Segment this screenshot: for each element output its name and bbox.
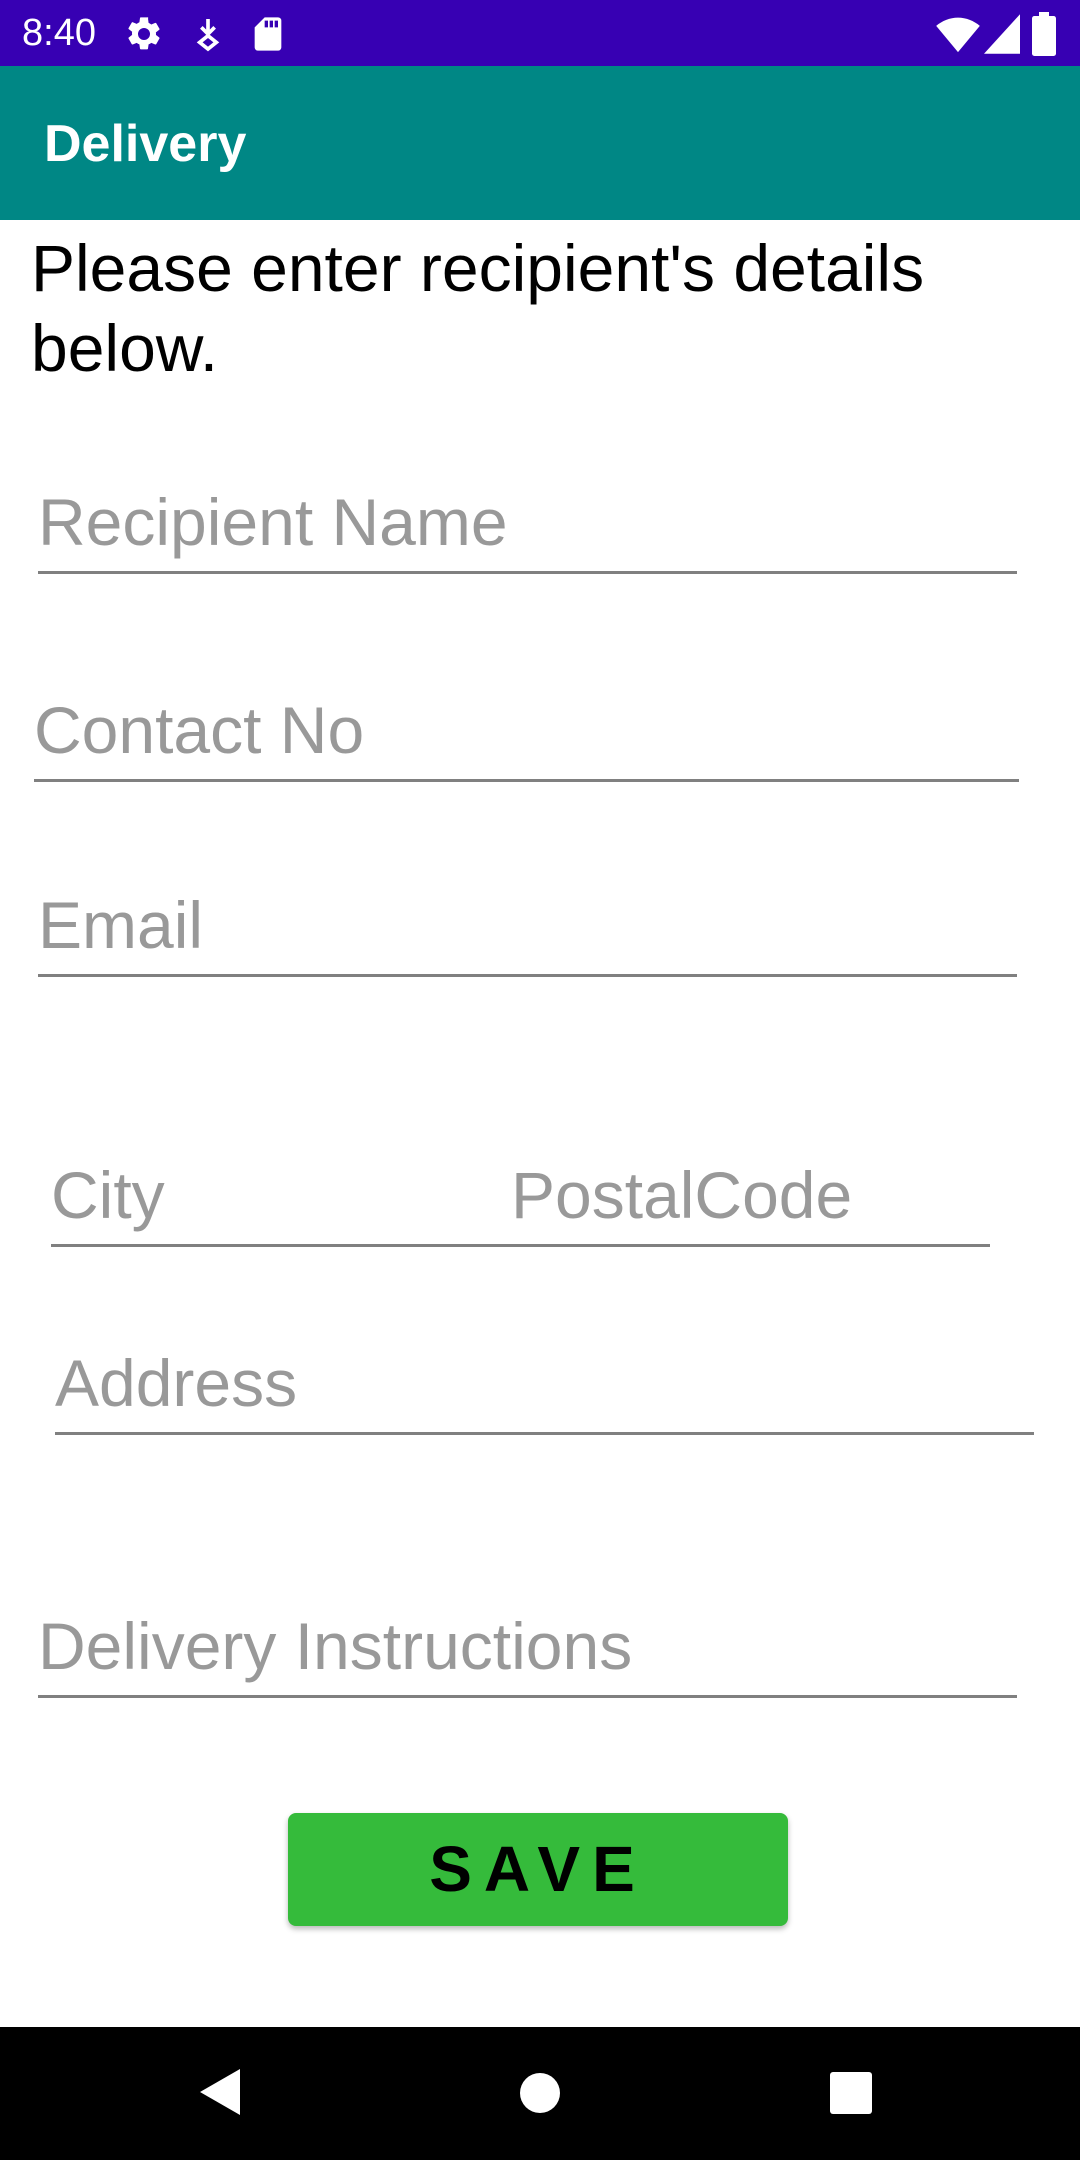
email-input[interactable] <box>38 881 1017 977</box>
city-input[interactable] <box>51 1151 531 1247</box>
delivery-instructions-input[interactable] <box>38 1602 1017 1698</box>
signal-icon <box>984 14 1020 54</box>
download-icon <box>188 14 228 54</box>
app-bar: Delivery <box>0 66 1080 220</box>
postal-code-input[interactable] <box>511 1151 990 1247</box>
recipient-name-input[interactable] <box>38 478 1017 574</box>
app-title: Delivery <box>44 115 247 173</box>
status-time: 8:40 <box>22 12 96 54</box>
contact-no-input[interactable] <box>34 686 1019 782</box>
delivery-screen: 8:40 Delivery Please enter recipient's d… <box>0 0 1080 2160</box>
recents-icon[interactable] <box>771 2027 931 2160</box>
battery-icon <box>1032 12 1056 56</box>
save-button[interactable]: SAVE <box>288 1813 788 1926</box>
status-bar: 8:40 <box>0 0 1080 66</box>
sd-card-icon <box>248 14 288 54</box>
navigation-bar <box>0 2027 1080 2160</box>
form-intro-text: Please enter recipient's details below. <box>31 231 925 385</box>
wifi-icon <box>936 14 980 54</box>
settings-icon <box>124 14 164 54</box>
home-icon[interactable] <box>460 2027 620 2160</box>
back-icon[interactable] <box>146 2027 306 2160</box>
address-input[interactable] <box>55 1339 1034 1435</box>
